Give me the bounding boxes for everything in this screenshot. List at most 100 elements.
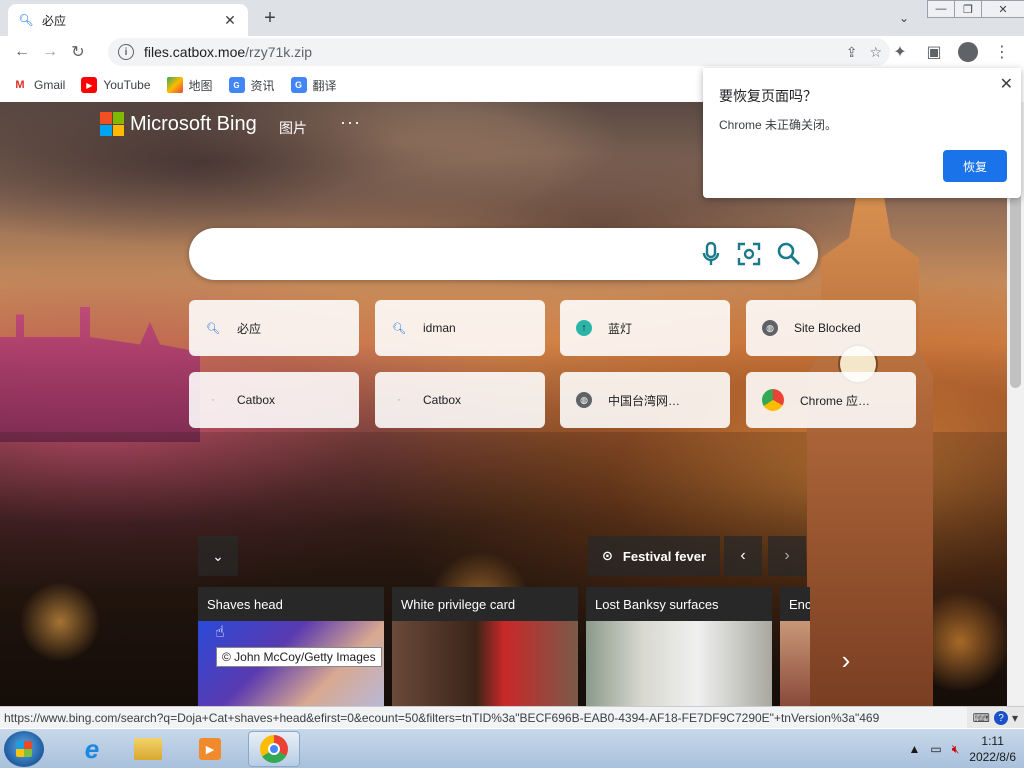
news-card-caption: Shaves head <box>198 587 384 621</box>
restore-pages-dialog: 要恢复页面吗？ Chrome 未正确关闭。 ✕ 恢复 <box>703 68 1021 198</box>
news-card[interactable]: White privilege card <box>392 587 578 706</box>
bookmark-star-icon[interactable]: ☆ <box>869 44 882 61</box>
bookmark-gmail[interactable]: M Gmail <box>12 77 65 93</box>
news-topic-button[interactable]: ⊙ Festival fever <box>588 536 721 576</box>
search-icon[interactable] <box>775 240 803 268</box>
help-icon[interactable]: ? <box>993 711 1008 725</box>
status-url: https://www.bing.com/search?q=Doja+Cat+s… <box>4 710 880 725</box>
start-button[interactable] <box>4 731 44 767</box>
globe-icon: ◍ <box>762 320 778 336</box>
top-site-tile[interactable]: · Catbox <box>375 372 545 428</box>
news-card-image <box>780 621 810 706</box>
top-site-tile[interactable]: · Catbox <box>189 372 359 428</box>
background-clock-tower <box>807 197 933 706</box>
forward-arrow-icon[interactable]: → <box>36 38 64 66</box>
search-icon: 🔍︎ <box>206 322 220 335</box>
news-prev-icon[interactable]: ‹ <box>724 536 762 576</box>
news-card[interactable]: Lost Banksy surfaces <box>586 587 772 706</box>
site-info-icon[interactable]: i <box>118 44 134 60</box>
bookmark-youtube[interactable]: ▶ YouTube <box>81 77 151 93</box>
tile-label: 中国台湾网… <box>608 393 681 408</box>
close-tab-icon[interactable]: ✕ <box>222 12 238 28</box>
back-arrow-icon[interactable]: ← <box>8 38 36 66</box>
tab-title: 必应 <box>42 13 67 28</box>
visual-search-icon[interactable] <box>735 240 763 268</box>
news-next-icon[interactable]: › <box>768 536 806 576</box>
taskbar-clock[interactable]: 1:11 2022/8/6 <box>969 733 1016 765</box>
show-hidden-icons-icon[interactable]: ▲ <box>908 742 920 756</box>
nav-images-link[interactable]: 图片 <box>279 118 307 138</box>
bing-brand-text: Microsoft Bing <box>130 112 257 135</box>
location-pin-icon: ⊙ <box>602 548 613 563</box>
news-cards-next-icon[interactable]: › <box>830 642 862 678</box>
bookmark-news[interactable]: G 资讯 <box>228 77 275 94</box>
tab-search-chevron-icon[interactable]: ⌄ <box>894 8 914 28</box>
system-tray: ▲ ▭ 🔇︎ 1:11 2022/8/6 <box>908 729 1016 768</box>
profile-avatar-icon[interactable] <box>954 38 982 66</box>
search-icon: 🔍︎ <box>18 13 34 27</box>
side-panel-icon[interactable]: ▣ <box>920 38 948 66</box>
microphone-icon[interactable] <box>697 240 725 268</box>
catbox-icon: · <box>211 394 215 406</box>
restore-button[interactable]: ❐ <box>954 0 982 18</box>
news-card-caption: Lost Banksy surfaces <box>586 587 772 621</box>
tile-label: Site Blocked <box>794 321 861 335</box>
lantern-icon: ↑ <box>576 320 592 336</box>
bing-logo[interactable]: Microsoft Bing <box>100 112 257 136</box>
top-site-tile[interactable]: ◍ 中国台湾网… <box>560 372 730 428</box>
menu-kebab-icon[interactable]: ⋮ <box>988 38 1016 66</box>
file-explorer-icon[interactable] <box>122 731 174 767</box>
news-card-image <box>586 621 772 706</box>
news-card-image <box>392 621 578 706</box>
new-tab-button[interactable]: + <box>258 6 282 30</box>
tab-strip: 🔍︎ 必应 ✕ + ⌄ — ❐ ✕ <box>0 0 1024 36</box>
top-site-tile[interactable]: Chrome 应… <box>746 372 916 428</box>
minimize-button[interactable]: — <box>927 0 955 18</box>
top-site-tile[interactable]: ↑ 蓝灯 <box>560 300 730 356</box>
media-player-icon[interactable]: ▶ <box>184 731 236 767</box>
search-icon: 🔍︎ <box>392 322 406 335</box>
top-site-tile[interactable]: 🔍︎ 必应 <box>189 300 359 356</box>
bookmark-maps[interactable]: 地图 <box>166 77 213 94</box>
tile-label: 必应 <box>237 321 262 336</box>
volume-muted-icon[interactable]: 🔇︎ <box>952 742 960 757</box>
share-icon[interactable]: ⇪ <box>846 44 858 61</box>
close-icon[interactable]: ✕ <box>1000 74 1013 94</box>
bookmark-translate[interactable]: G 翻译 <box>290 77 337 94</box>
top-site-tile[interactable]: 🔍︎ idman <box>375 300 545 356</box>
internet-explorer-icon[interactable]: e <box>66 731 118 767</box>
reload-icon[interactable]: ↻ <box>64 38 92 66</box>
news-card[interactable]: Enc <box>780 587 810 706</box>
translate-icon: G <box>290 77 307 93</box>
maps-icon <box>166 77 183 93</box>
dialog-message: Chrome 未正确关闭。 <box>719 118 838 132</box>
ime-chevron-icon[interactable]: ▾ <box>1012 711 1018 725</box>
chrome-taskbar-icon[interactable] <box>248 731 300 767</box>
browser-tab[interactable]: 🔍︎ 必应 ✕ <box>8 4 248 36</box>
tile-label: idman <box>423 321 456 335</box>
ime-toolbar: ⌨ ? ▾ <box>966 707 1024 728</box>
news-card-caption: Enc <box>780 587 810 621</box>
news-card-caption: White privilege card <box>392 587 578 621</box>
clock-time: 1:11 <box>981 734 1004 748</box>
bookmark-label: 资讯 <box>250 78 275 93</box>
window-close-button[interactable]: ✕ <box>981 0 1024 18</box>
microsoft-logo-icon <box>100 112 124 136</box>
status-bar: https://www.bing.com/search?q=Doja+Cat+s… <box>0 706 1024 728</box>
restore-button[interactable]: 恢复 <box>943 150 1007 182</box>
browser-toolbar: ← → ↻ i files.catbox.moe/rzy71k.zip ⇪ ☆ … <box>0 36 1024 68</box>
top-site-tile[interactable]: ◍ Site Blocked <box>746 300 916 356</box>
url-path: /rzy71k.zip <box>245 44 313 60</box>
nav-more-icon[interactable]: ··· <box>340 112 361 133</box>
extensions-puzzle-icon[interactable]: ✦ <box>886 38 914 66</box>
address-bar[interactable]: i files.catbox.moe/rzy71k.zip ⇪ ☆ <box>108 38 890 66</box>
hand-cursor-icon: ☝ <box>215 624 225 641</box>
search-input[interactable] <box>189 228 818 280</box>
chrome-icon <box>762 389 784 411</box>
network-icon[interactable]: ▭ <box>930 742 941 756</box>
news-collapse-chevron-icon[interactable]: ⌄ <box>198 536 238 576</box>
news-topic-label: Festival fever <box>622 548 707 564</box>
keyboard-icon[interactable]: ⌨ <box>973 711 990 725</box>
gmail-icon: M <box>15 79 25 91</box>
bookmark-label: 翻译 <box>312 78 337 93</box>
